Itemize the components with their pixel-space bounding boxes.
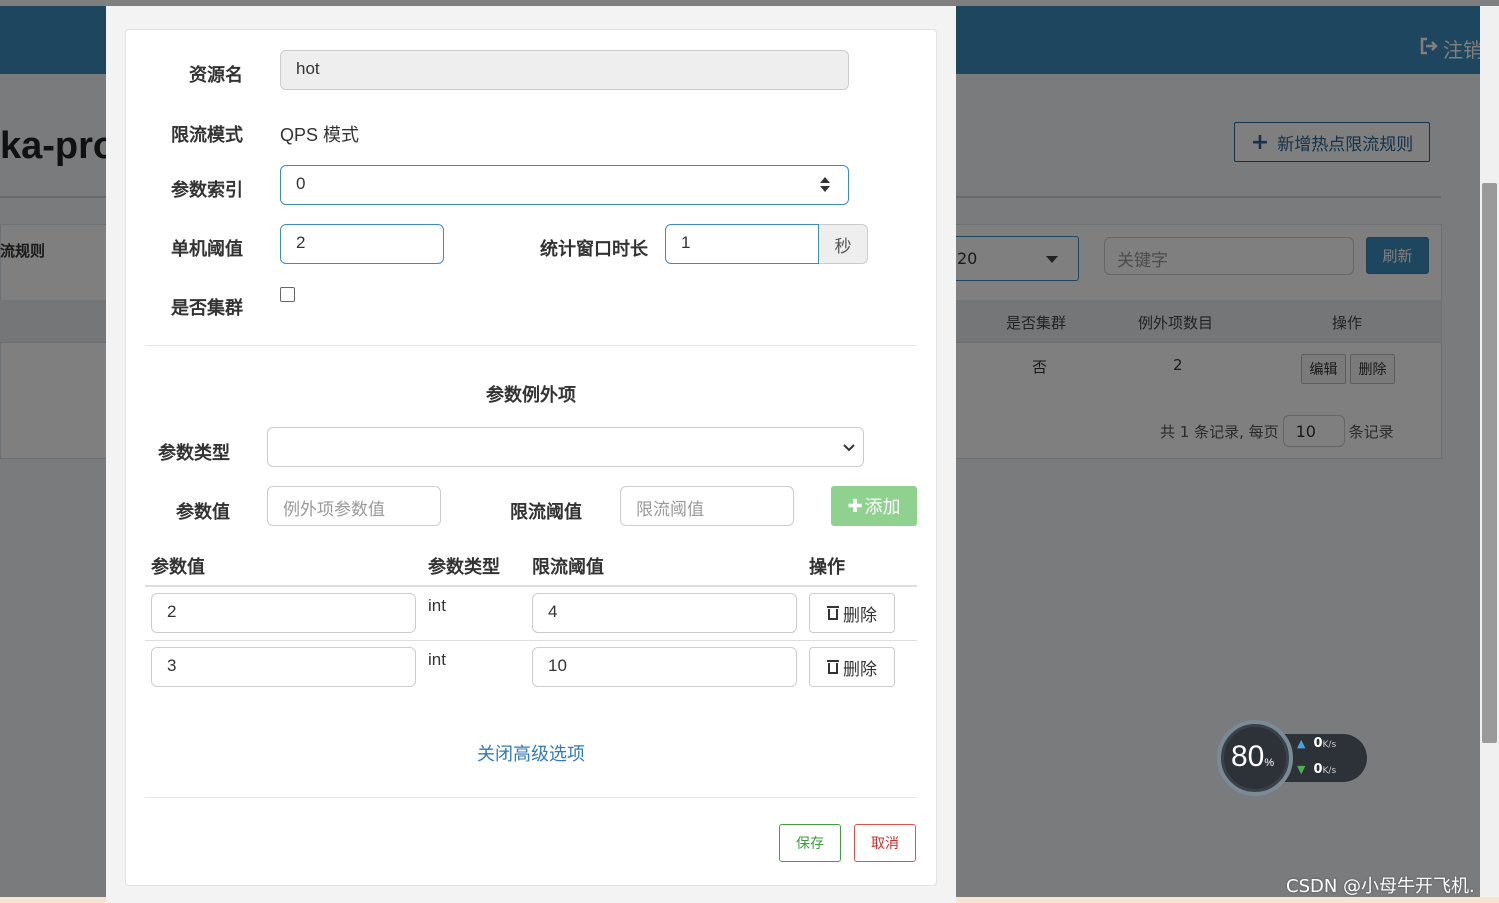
- footer-divider: [145, 797, 917, 798]
- arrow-down-icon: ▼: [1297, 763, 1306, 776]
- save-button[interactable]: 保存: [779, 824, 841, 862]
- cancel-button[interactable]: 取消: [854, 824, 916, 862]
- row-divider: [145, 640, 917, 641]
- param-index-input[interactable]: 0: [280, 165, 849, 205]
- dialog-body: 资源名 hot 限流模式 QPS 模式 参数索引 0 单机阈值 2 统计窗口时长…: [125, 29, 937, 886]
- upload-speed: ▲ 0K/s: [1297, 736, 1337, 751]
- scrollbar-thumb[interactable]: [1482, 183, 1497, 743]
- resource-name-input[interactable]: hot: [280, 50, 849, 90]
- window-unit-addon: 秒: [819, 224, 868, 264]
- row1-value-input[interactable]: 2: [151, 593, 416, 633]
- row1-type: int: [428, 596, 446, 615]
- row1-delete-button[interactable]: 删除: [809, 593, 895, 633]
- plus-icon: ✚: [847, 495, 863, 517]
- param-index-label: 参数索引: [171, 180, 243, 201]
- col-param-type: 参数类型: [428, 557, 500, 578]
- col-param-value: 参数值: [151, 557, 205, 578]
- param-type-select[interactable]: [267, 427, 864, 467]
- trash-icon: [827, 660, 839, 674]
- resource-name-label: 资源名: [189, 65, 243, 86]
- window-duration-label: 统计窗口时长: [540, 239, 648, 260]
- row2-delete-button[interactable]: 删除: [809, 647, 895, 687]
- cluster-checkbox[interactable]: [280, 287, 295, 302]
- exception-limit-label: 限流阈值: [510, 502, 582, 523]
- single-threshold-label: 单机阈值: [171, 239, 243, 260]
- window-duration-input[interactable]: 1: [665, 224, 819, 264]
- param-value-label: 参数值: [176, 502, 230, 523]
- watermark: CSDN @小母牛开飞机.: [1286, 876, 1475, 897]
- row2-type: int: [428, 650, 446, 669]
- limit-mode-value: QPS 模式: [280, 125, 360, 145]
- param-index-value: 0: [296, 174, 306, 193]
- edit-hot-rule-dialog: 资源名 hot 限流模式 QPS 模式 参数索引 0 单机阈值 2 统计窗口时长…: [106, 6, 956, 903]
- col-actions: 操作: [809, 557, 845, 578]
- exceptions-section-title: 参数例外项: [486, 385, 576, 406]
- section-divider: [145, 345, 917, 346]
- row2-value-input[interactable]: 3: [151, 647, 416, 687]
- table-header-divider: [145, 585, 917, 587]
- row1-limit-input[interactable]: 4: [532, 593, 797, 633]
- col-limit: 限流阈值: [532, 557, 604, 578]
- cluster-label: 是否集群: [171, 298, 243, 319]
- net-speed-widget[interactable]: 80% ▲ 0K/s ▼ 0K/s: [1217, 720, 1367, 796]
- arrow-up-icon: ▲: [1297, 737, 1306, 750]
- close-advanced-link[interactable]: 关闭高级选项: [126, 740, 936, 766]
- param-type-label: 参数类型: [158, 443, 230, 464]
- download-speed: ▼ 0K/s: [1297, 762, 1337, 777]
- chevron-down-icon: [843, 441, 855, 456]
- exception-value-input[interactable]: 例外项参数值: [267, 486, 441, 526]
- exception-limit-input[interactable]: 限流阈值: [620, 486, 794, 526]
- row2-limit-input[interactable]: 10: [532, 647, 797, 687]
- memory-percent: 80%: [1231, 740, 1275, 773]
- trash-icon: [827, 606, 839, 620]
- single-threshold-input[interactable]: 2: [280, 224, 444, 264]
- add-exception-button[interactable]: ✚ 添加: [831, 486, 917, 526]
- limit-mode-label: 限流模式: [171, 125, 243, 146]
- number-spinner-icon[interactable]: [820, 177, 830, 193]
